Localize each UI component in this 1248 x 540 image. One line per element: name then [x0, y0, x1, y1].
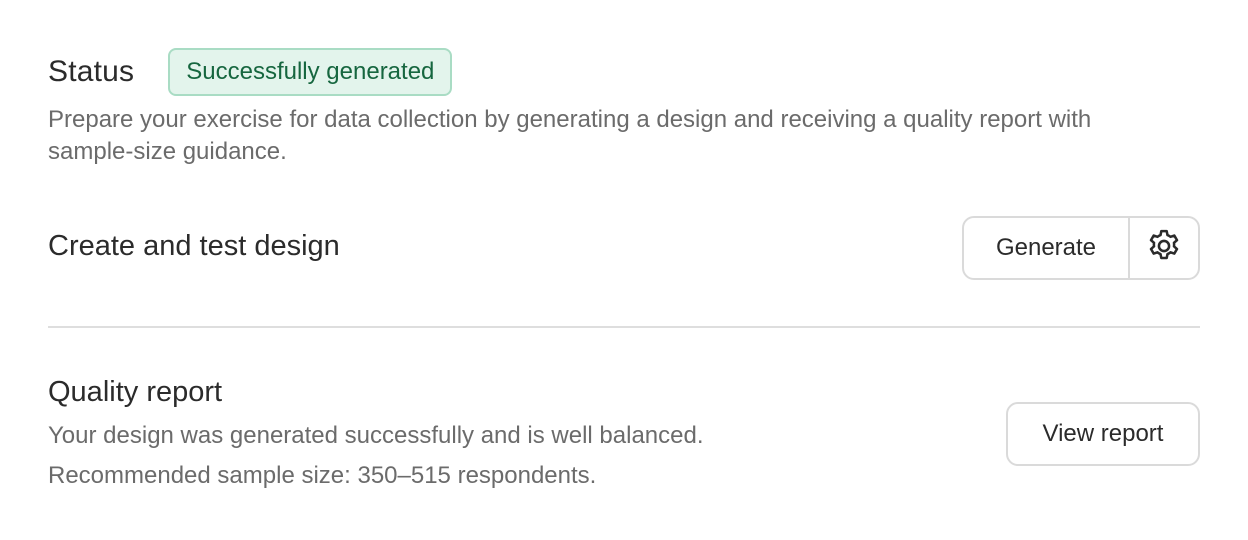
gear-icon	[1145, 227, 1183, 270]
design-section-title: Create and test design	[48, 230, 340, 262]
status-description: Prepare your exercise for data collectio…	[48, 106, 1092, 165]
view-report-button[interactable]: View report	[1006, 402, 1200, 466]
section-divider	[48, 326, 1200, 328]
recommended-sample-size: Recommended sample size: 350–515 respond…	[48, 462, 597, 489]
status-title: Status	[48, 55, 135, 88]
status-header: Status Successfully generated	[48, 48, 453, 96]
quality-report-summary: Your design was generated successfully a…	[48, 422, 704, 449]
generate-settings-button[interactable]	[1128, 218, 1198, 278]
generate-button[interactable]: Generate	[964, 218, 1128, 278]
quality-report-title: Quality report	[48, 376, 223, 408]
status-badge: Successfully generated	[168, 48, 453, 96]
generate-split-button: Generate	[962, 216, 1200, 280]
